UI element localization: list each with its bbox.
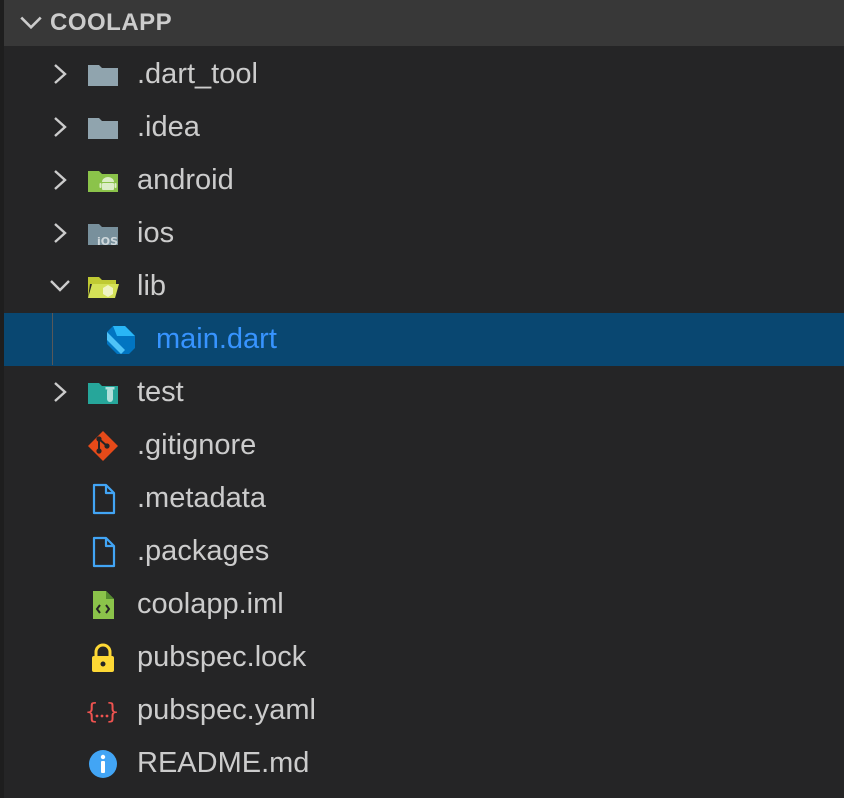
chevron-down-icon [50, 280, 70, 292]
folder-grey-icon [88, 118, 118, 139]
tree-item-metadata[interactable]: .metadata [4, 472, 844, 525]
tree-item-label: lib [137, 270, 167, 302]
folder-ios-icon: iOS [88, 224, 118, 248]
svg-text:{: { [86, 700, 98, 725]
tree-item-packages[interactable]: .packages [4, 525, 844, 578]
file-explorer: COOLAPP .dart_tool .idea android iOS ios… [0, 0, 844, 798]
folder-test-icon [88, 383, 118, 404]
file-icon [92, 483, 116, 515]
tree-item-dart-tool[interactable]: .dart_tool [4, 48, 844, 101]
info-icon [89, 750, 117, 778]
folder-grey-icon [88, 65, 118, 86]
tree-item-label: .metadata [137, 482, 266, 514]
tree-item-readme[interactable]: README.md [4, 737, 844, 790]
explorer-title: COOLAPP [50, 9, 173, 36]
xml-file-icon [93, 591, 114, 619]
svg-text:}: } [106, 700, 119, 725]
tree-item-pubspec-lock[interactable]: pubspec.lock [4, 631, 844, 684]
chevron-down-icon [20, 16, 42, 30]
svg-text:iOS: iOS [97, 235, 118, 248]
chevron-right-icon [54, 223, 67, 243]
dart-icon [107, 326, 135, 354]
chevron-right-icon [54, 382, 67, 402]
tree-item-label: test [137, 376, 184, 408]
file-icon [92, 536, 116, 568]
lock-icon [92, 643, 114, 672]
tree-item-main-dart[interactable]: main.dart [4, 313, 844, 366]
chevron-right-icon [54, 117, 67, 137]
tree-item-label: .gitignore [137, 429, 257, 461]
chevron-right-icon [54, 170, 67, 190]
folder-lib-open-icon [88, 277, 119, 298]
tree-item-ios[interactable]: iOS ios [4, 207, 844, 260]
tree-item-coolapp-iml[interactable]: coolapp.iml [4, 578, 844, 631]
tree-item-label: README.md [137, 747, 310, 779]
chevron-right-icon [54, 64, 67, 84]
tree-item-label: pubspec.yaml [137, 694, 316, 726]
tree-item-gitignore[interactable]: .gitignore [4, 419, 844, 472]
tree-item-test[interactable]: test [4, 366, 844, 419]
tree-item-android[interactable]: android [4, 154, 844, 207]
tree-item-label: ios [137, 217, 175, 249]
yaml-icon: { } [86, 700, 119, 725]
tree-item-label: .dart_tool [137, 58, 258, 90]
tree-item-label: .idea [137, 111, 200, 143]
indent-guide [52, 313, 53, 365]
tree-item-label: pubspec.lock [137, 641, 307, 673]
tree-item-lib[interactable]: lib [4, 260, 844, 313]
folder-android-icon [88, 171, 118, 192]
tree-item-label: coolapp.iml [137, 588, 284, 620]
tree-item-pubspec-yaml[interactable]: { } pubspec.yaml [4, 684, 844, 737]
git-icon [88, 431, 118, 461]
tree-item-label: android [137, 164, 234, 196]
explorer-section-header[interactable]: COOLAPP [4, 0, 844, 46]
tree-item-label: main.dart [156, 323, 277, 355]
tree-item-label: .packages [137, 535, 270, 567]
tree-item-idea[interactable]: .idea [4, 101, 844, 154]
